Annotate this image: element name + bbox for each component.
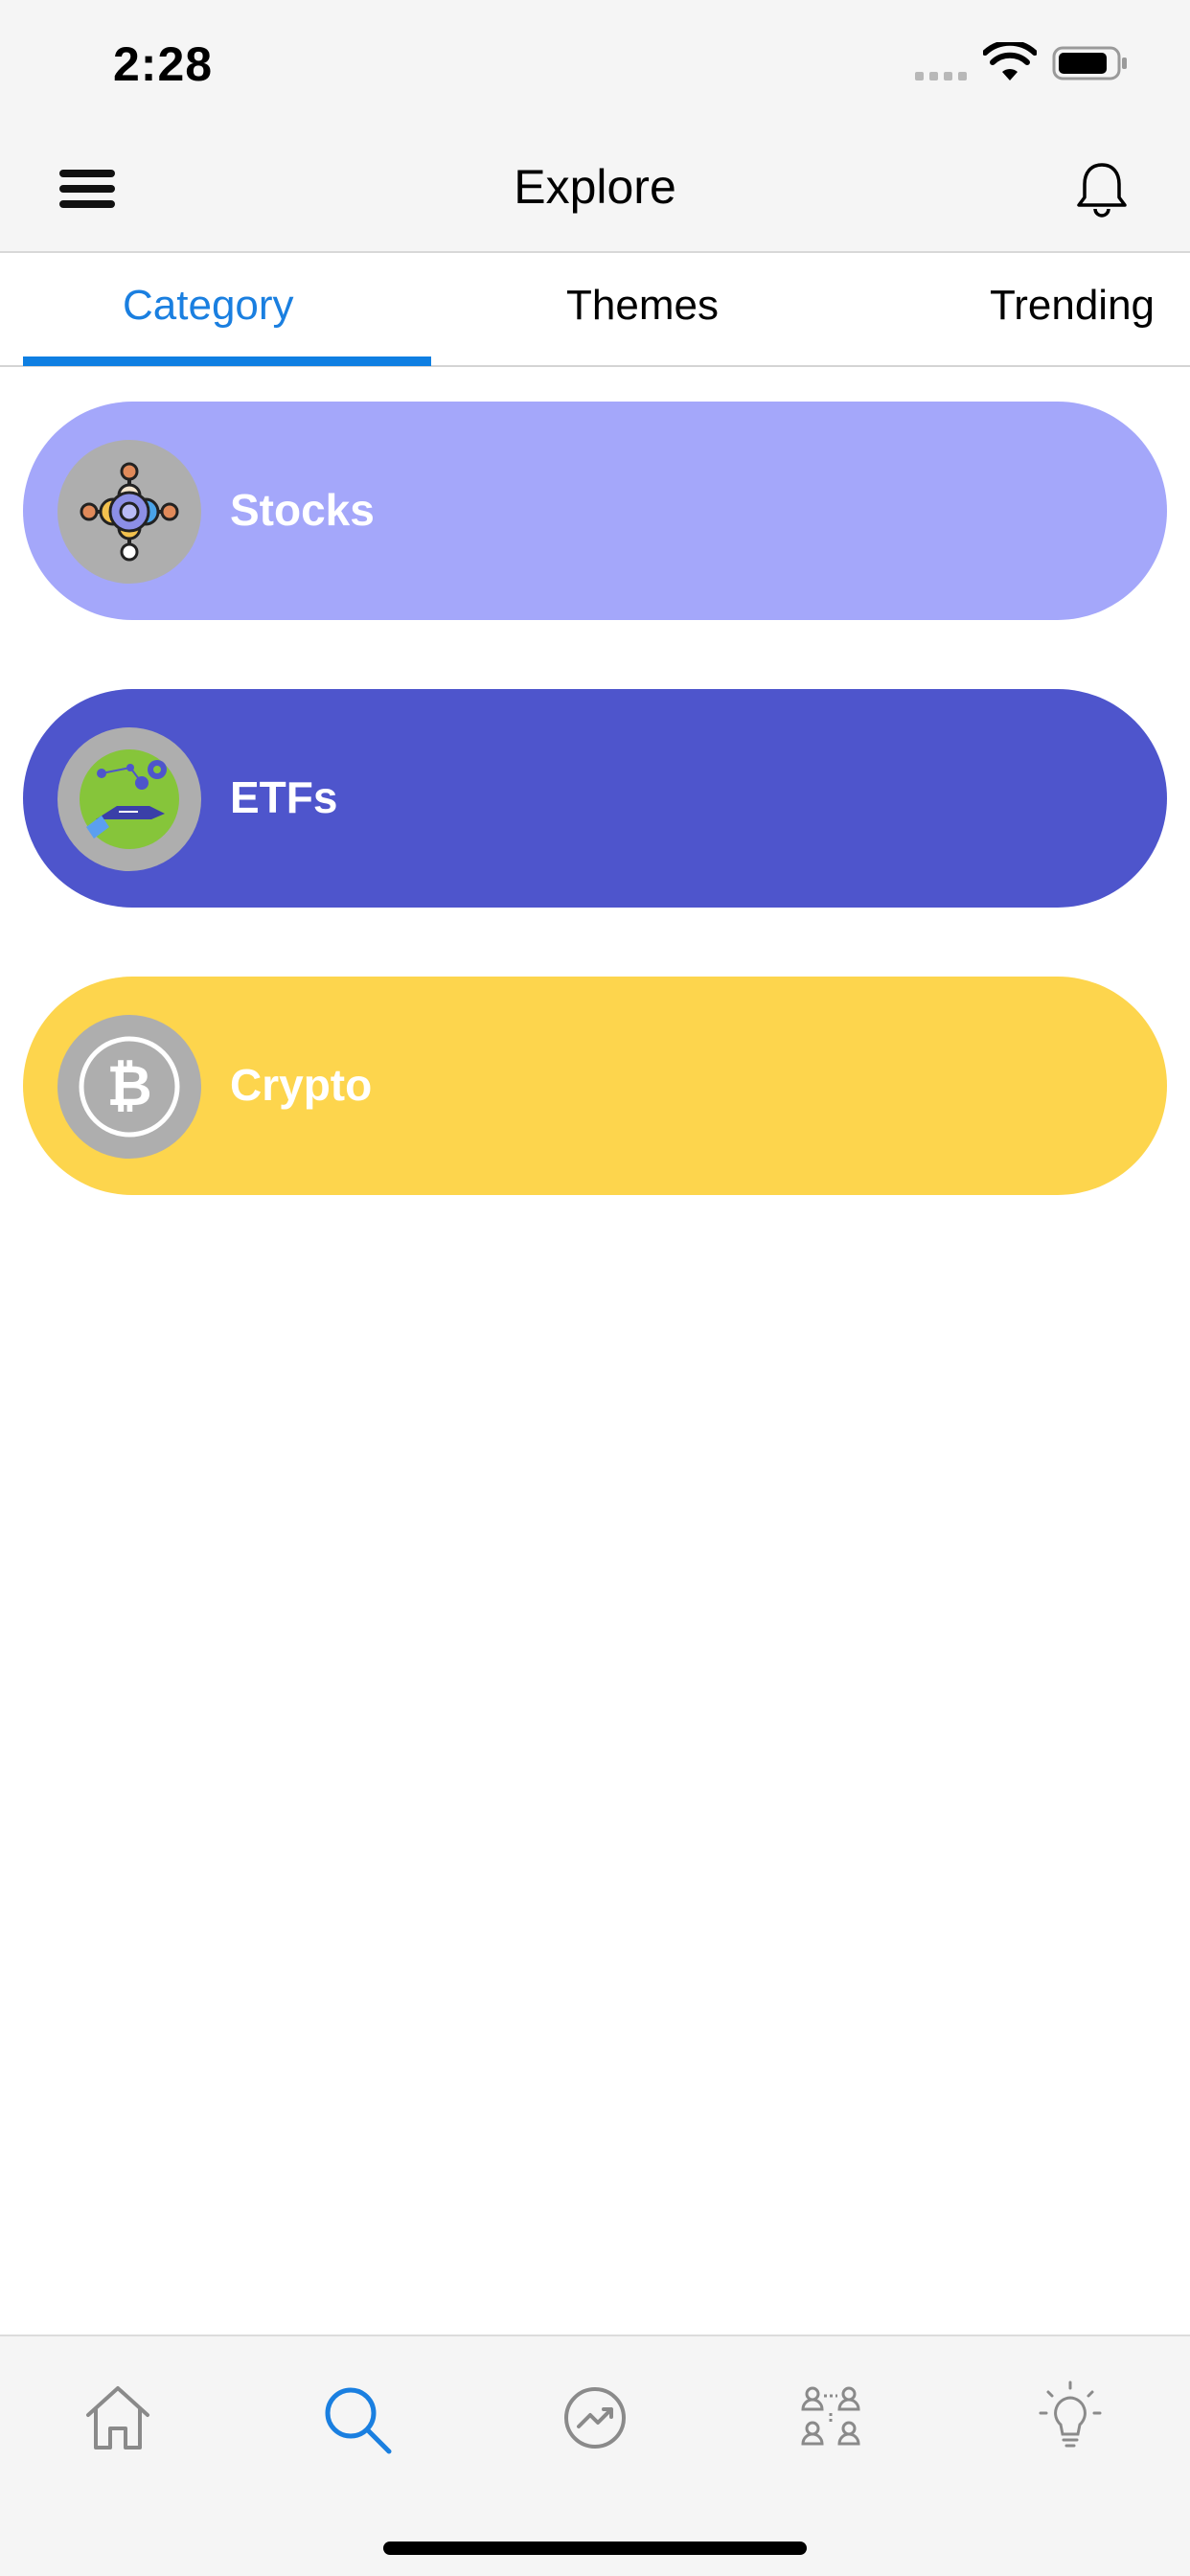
home-indicator — [383, 2542, 807, 2555]
header: Explore — [0, 125, 1190, 253]
notification-bell-icon[interactable] — [1071, 159, 1133, 220]
etf-hand-icon — [57, 727, 201, 871]
svg-text:₿: ₿ — [106, 1053, 151, 1118]
bottom-navigation — [0, 2334, 1190, 2576]
category-label: Stocks — [230, 485, 375, 535]
page-title: Explore — [514, 160, 676, 214]
category-etfs[interactable]: ETFs — [23, 689, 1167, 908]
bitcoin-icon: ₿ — [57, 1015, 201, 1159]
battery-icon — [1052, 46, 1127, 80]
wifi-icon — [983, 42, 1037, 80]
category-label: Crypto — [230, 1060, 373, 1110]
tab-trending[interactable]: Trending — [990, 282, 1155, 330]
category-crypto[interactable]: ₿ Crypto — [23, 977, 1167, 1195]
category-label: ETFs — [230, 772, 338, 822]
search-icon[interactable] — [314, 2375, 400, 2461]
stocks-network-icon — [57, 440, 201, 584]
cellular-signal-icon — [915, 72, 967, 80]
home-icon[interactable] — [75, 2375, 161, 2461]
lightbulb-icon[interactable] — [1027, 2375, 1113, 2461]
status-bar: 2:28 — [0, 0, 1190, 125]
category-stocks[interactable]: Stocks — [23, 402, 1167, 620]
screen: 2:28 Explore Category Themes Trending St… — [0, 0, 1190, 2576]
tab-bar: Category Themes Trending — [0, 253, 1190, 367]
tab-themes[interactable]: Themes — [566, 282, 719, 330]
people-network-icon[interactable] — [788, 2375, 874, 2461]
status-time: 2:28 — [113, 37, 214, 91]
tab-category[interactable]: Category — [123, 282, 294, 330]
active-tab-indicator — [23, 356, 431, 366]
trending-icon[interactable] — [552, 2375, 638, 2461]
